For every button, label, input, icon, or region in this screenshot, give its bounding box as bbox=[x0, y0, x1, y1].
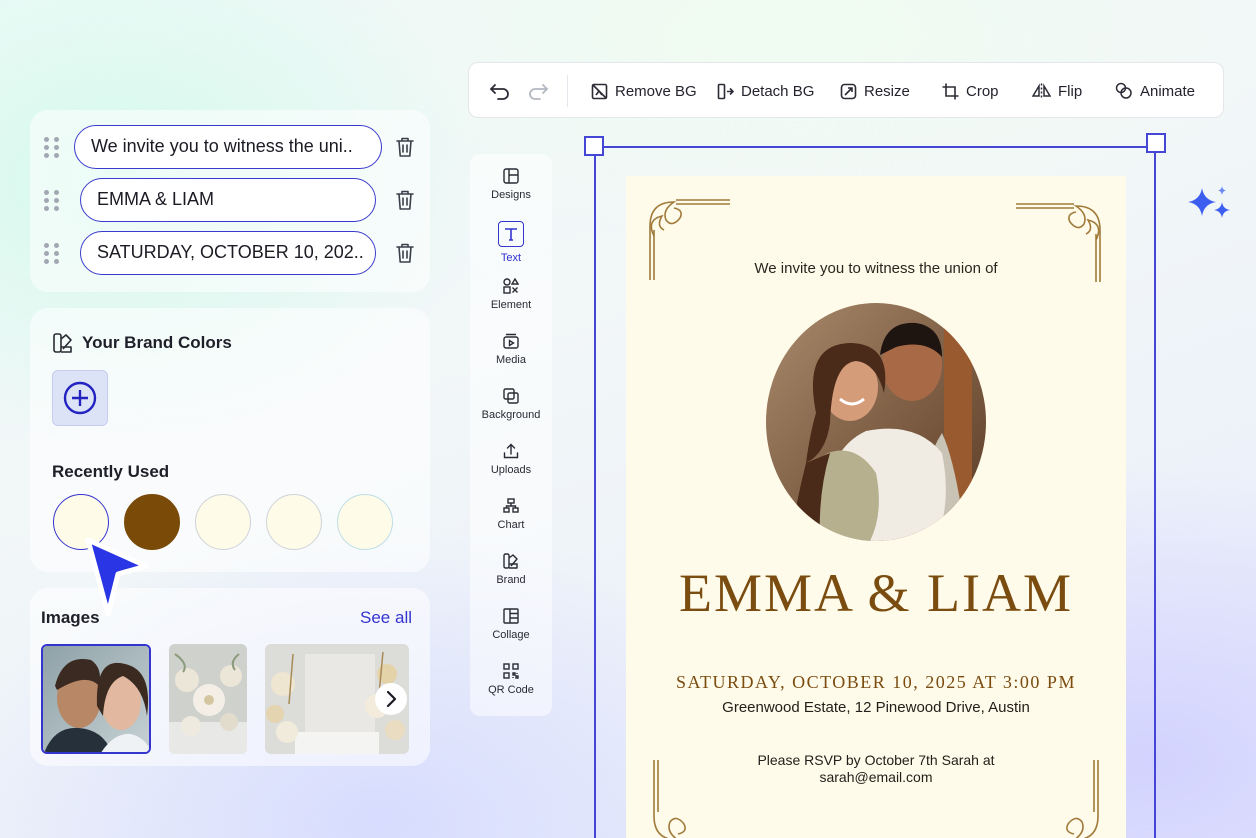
next-arrow-button[interactable] bbox=[374, 682, 408, 716]
couple-portrait-image bbox=[43, 646, 149, 752]
sidebar-item-media[interactable]: Media bbox=[470, 319, 552, 373]
toolbar-divider bbox=[567, 75, 568, 107]
resize-handle[interactable] bbox=[1146, 133, 1166, 153]
resize-handle[interactable] bbox=[584, 136, 604, 156]
text-layer-input[interactable]: SATURDAY, OCTOBER 10, 202.. bbox=[80, 231, 376, 275]
sidebar-item-text[interactable]: Text bbox=[470, 209, 552, 264]
crop-icon bbox=[942, 83, 959, 99]
drag-handle-icon[interactable] bbox=[44, 190, 60, 211]
brand-colors-heading: Your Brand Colors bbox=[52, 332, 232, 354]
drag-handle-icon[interactable] bbox=[44, 243, 60, 264]
remove-bg-button[interactable]: Remove BG bbox=[591, 79, 697, 103]
text-layer-input[interactable]: We invite you to witness the uni.. bbox=[74, 125, 382, 169]
selection-frame bbox=[594, 146, 1156, 838]
brand-colors-panel: Your Brand Colors Recently Used bbox=[30, 308, 430, 572]
sidebar-item-background[interactable]: Background bbox=[470, 374, 552, 428]
text-icon bbox=[505, 228, 517, 241]
brand-colors-title: Your Brand Colors bbox=[82, 333, 232, 352]
text-layers-panel: We invite you to witness the uni.. EMMA … bbox=[30, 110, 430, 292]
sidebar-item-label: Collage bbox=[492, 629, 530, 641]
flip-label: Flip bbox=[1058, 82, 1083, 100]
media-icon bbox=[503, 333, 519, 349]
sidebar-item-designs[interactable]: Designs bbox=[470, 154, 552, 208]
sidebar-item-label: Element bbox=[490, 299, 532, 311]
sidebar-item-label: Designs bbox=[491, 189, 531, 201]
sidebar-item-label: Media bbox=[496, 354, 526, 366]
sidebar-item-collage[interactable]: Collage bbox=[470, 594, 552, 648]
redo-icon[interactable] bbox=[527, 81, 549, 101]
color-swatch[interactable] bbox=[266, 494, 322, 550]
remove-bg-icon bbox=[591, 83, 608, 99]
upload-icon bbox=[503, 443, 519, 459]
color-swatch[interactable] bbox=[337, 494, 393, 550]
sidebar-item-label: Background bbox=[481, 409, 541, 421]
mouse-pointer-icon bbox=[85, 537, 149, 617]
recently-used-title: Recently Used bbox=[52, 462, 170, 481]
trash-icon[interactable] bbox=[394, 135, 416, 159]
animate-button[interactable]: Animate bbox=[1115, 79, 1195, 103]
flowers-image bbox=[169, 644, 247, 754]
top-toolbar: Remove BG Detach BG Resize Crop Flip Ani… bbox=[468, 62, 1224, 118]
sidebar-item-uploads[interactable]: Uploads bbox=[470, 429, 552, 483]
crop-button[interactable]: Crop bbox=[942, 79, 999, 103]
animate-icon bbox=[1115, 82, 1132, 99]
text-layer-row: EMMA & LIAM bbox=[30, 178, 430, 222]
flip-icon bbox=[1032, 82, 1051, 99]
see-all-link[interactable]: See all bbox=[360, 608, 412, 628]
resize-label: Resize bbox=[864, 82, 910, 100]
color-swatch[interactable] bbox=[195, 494, 251, 550]
add-brand-color-button[interactable] bbox=[52, 370, 108, 426]
brand-icon bbox=[503, 553, 518, 569]
sparkle-icon bbox=[1188, 186, 1230, 218]
text-layer-row: SATURDAY, OCTOBER 10, 202.. bbox=[30, 231, 430, 275]
detach-bg-icon bbox=[717, 83, 734, 99]
resize-button[interactable]: Resize bbox=[840, 79, 910, 103]
sidebar-item-brand[interactable]: Brand bbox=[470, 539, 552, 593]
drag-handle-icon[interactable] bbox=[44, 137, 60, 158]
image-thumbnail[interactable] bbox=[169, 644, 247, 754]
sidebar-item-label: Brand bbox=[496, 574, 526, 586]
resize-icon bbox=[840, 83, 857, 99]
remove-bg-label: Remove BG bbox=[615, 82, 697, 100]
sidebar-item-label: Chart bbox=[497, 519, 525, 531]
sidebar-item-label: QR Code bbox=[488, 684, 534, 696]
undo-icon[interactable] bbox=[489, 81, 511, 101]
sidebar-item-label: Uploads bbox=[490, 464, 532, 476]
detach-bg-label: Detach BG bbox=[741, 82, 815, 100]
layout-icon bbox=[503, 168, 519, 184]
plus-circle-icon bbox=[63, 381, 97, 415]
side-menu: Designs Text Element Media Background Up… bbox=[470, 154, 552, 716]
text-layer-row: We invite you to witness the uni.. bbox=[30, 125, 430, 169]
trash-icon[interactable] bbox=[394, 188, 416, 212]
image-thumbnail[interactable] bbox=[41, 644, 151, 754]
text-layer-input[interactable]: EMMA & LIAM bbox=[80, 178, 376, 222]
collage-icon bbox=[503, 608, 519, 624]
brand-icon bbox=[53, 333, 72, 353]
sidebar-item-label: Text bbox=[500, 252, 522, 264]
sidebar-item-qr-code[interactable]: QR Code bbox=[470, 649, 552, 703]
background-icon bbox=[503, 388, 519, 404]
sidebar-item-element[interactable]: Element bbox=[470, 264, 552, 318]
sidebar-item-chart[interactable]: Chart bbox=[470, 484, 552, 538]
crop-label: Crop bbox=[966, 82, 999, 100]
chart-icon bbox=[503, 498, 519, 513]
detach-bg-button[interactable]: Detach BG bbox=[717, 79, 814, 103]
animate-label: Animate bbox=[1140, 82, 1196, 100]
trash-icon[interactable] bbox=[394, 241, 416, 265]
shapes-icon bbox=[503, 278, 519, 294]
qr-code-icon bbox=[503, 663, 519, 679]
flip-button[interactable]: Flip bbox=[1032, 79, 1082, 103]
